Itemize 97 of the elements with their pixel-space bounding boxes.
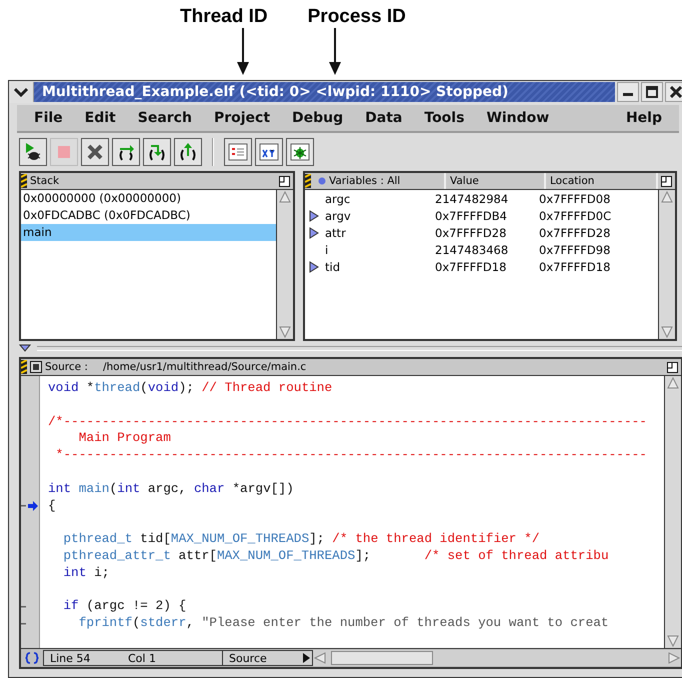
stack-frame[interactable]: main: [21, 224, 276, 241]
fold-mark-icon[interactable]: [21, 606, 26, 608]
toolbar-button[interactable]: [112, 138, 140, 166]
code-line: void *thread(void); // Thread routine: [48, 380, 332, 395]
annotation-label: Process ID: [308, 6, 406, 28]
variable-name: tid: [325, 260, 340, 274]
variable-value: 2147483468: [434, 242, 510, 256]
variable-value: 0x7FFFFDB4: [434, 208, 508, 222]
menu-item[interactable]: File: [23, 110, 74, 126]
variable-name: attr: [325, 226, 346, 240]
expand-triangle-icon[interactable]: [309, 226, 319, 238]
code-line: {: [48, 498, 56, 513]
pane-grip-icon: [21, 360, 27, 374]
close-icon: [670, 86, 682, 98]
code-line: if (argc != 2) {: [62, 598, 186, 614]
expand-triangle-icon[interactable]: [309, 210, 319, 222]
maximize-icon: [646, 86, 658, 98]
scroll-down-arrow-icon[interactable]: [667, 634, 679, 648]
xy-window-icon: [259, 142, 279, 162]
scrollbar[interactable]: [276, 190, 293, 339]
code-line: int main(int argc, char *argv[]): [48, 480, 294, 496]
stack-frame[interactable]: 0x0FDCADBC (0x0FDCADBC): [21, 207, 276, 224]
scroll-down-arrow-icon[interactable]: [661, 325, 673, 339]
braces-icon: [25, 652, 39, 664]
zoom-box-icon[interactable]: [667, 362, 678, 372]
scroll-right-arrow-icon[interactable]: [667, 652, 681, 664]
toolbar-button[interactable]: [286, 138, 314, 166]
variable-location: 0x7FFFFD18: [538, 260, 612, 274]
close-button[interactable]: [665, 82, 682, 102]
fold-mark-icon[interactable]: [21, 622, 26, 625]
code-line: fprintf(stderr, "Please enter the number of threads you want to creat: [78, 615, 609, 630]
maximize-button[interactable]: [641, 82, 663, 102]
variable-name: i: [325, 242, 328, 256]
pane-grip-icon: [21, 174, 27, 188]
menu-item[interactable]: Tools: [413, 110, 476, 126]
arrow: [328, 28, 342, 76]
zoom-box-icon[interactable]: [279, 176, 290, 186]
collapse-triangle-icon[interactable]: [19, 344, 31, 352]
code-line: /*----------------------------------------------------------------------------: [48, 414, 647, 429]
pane-grip-icon: [305, 174, 311, 188]
variable-location: 0x7FFFFD0C: [538, 208, 612, 222]
code-line: int i;: [62, 564, 110, 580]
variable-location: 0x7FFFFD98: [538, 242, 612, 256]
variable-location: 0x7FFFFD28: [538, 226, 612, 240]
stack-frame[interactable]: 0x00000000 (0x00000000): [21, 190, 276, 207]
toolbar-button[interactable]: [174, 138, 202, 166]
code-line: pthread_attr_t attr[MAX_NUM_OF_THREADS]; /* set of thread attribu: [62, 548, 609, 563]
cross-icon: [85, 142, 105, 162]
column-number: Col 1: [127, 652, 156, 664]
dot-icon: [318, 177, 326, 185]
menu-item[interactable]: Search: [126, 110, 203, 126]
variable-name: argc: [325, 192, 350, 206]
column-header[interactable]: Variables : All: [329, 175, 400, 187]
minimize-button[interactable]: [617, 82, 639, 102]
popup-triangle-icon: [302, 653, 310, 663]
menu-item[interactable]: Data: [354, 110, 414, 126]
zoom-box-icon[interactable]: [661, 176, 672, 186]
window-title: Multithread_Example.elf (<tid: 0> <lwpid: 1110> Stopped): [34, 82, 615, 102]
step-out-icon: [178, 142, 198, 162]
step-into-icon: [147, 142, 167, 162]
toolbar-button[interactable]: [224, 138, 252, 166]
view-mode-popup[interactable]: Source: [223, 650, 313, 666]
variable-name: argv: [325, 208, 351, 222]
menu-item[interactable]: Debug: [281, 110, 354, 126]
toolbar-button[interactable]: [19, 138, 47, 166]
code-line: pthread_t tid[MAX_NUM_OF_THREADS]; /* the thread identifier */: [62, 531, 540, 546]
variable-value: 2147482984: [434, 192, 510, 206]
arrow: [236, 28, 250, 76]
variable-value: 0x7FFFFD28: [434, 226, 508, 240]
variable-value: 0x7FFFFD18: [434, 260, 508, 274]
code-line: *----------------------------------------------------------------------------: [54, 447, 647, 462]
run-bug-icon: [23, 142, 43, 162]
scroll-down-arrow-icon[interactable]: [279, 325, 291, 339]
scroll-left-arrow-icon[interactable]: [313, 652, 327, 664]
panel-title: Stack: [30, 175, 60, 187]
toolbar-button[interactable]: [143, 138, 171, 166]
scrollbar[interactable]: [658, 190, 675, 339]
column-header[interactable]: Location: [550, 175, 594, 187]
line-number: Line 54: [49, 652, 92, 664]
menu-item[interactable]: Edit: [74, 110, 127, 126]
menu-item[interactable]: Window: [475, 110, 560, 126]
expand-triangle-icon[interactable]: [309, 260, 319, 272]
variable-location: 0x7FFFFD08: [538, 192, 612, 206]
horizontal-scrollbar[interactable]: [313, 650, 681, 666]
bug-window-icon: [290, 142, 310, 162]
source-label: Source :: [45, 361, 88, 373]
scrollbar[interactable]: [664, 376, 681, 648]
menu-item[interactable]: Help: [614, 110, 673, 126]
annotation-label: Thread ID: [180, 6, 268, 28]
menu-item[interactable]: Project: [202, 110, 282, 126]
column-header[interactable]: Value: [450, 175, 479, 187]
file-path: /home/usr1/multithread/Source/main.c: [102, 361, 306, 373]
toolbar-button[interactable]: [255, 138, 283, 166]
fold-mark-icon[interactable]: [21, 504, 26, 507]
chevron-down-icon: [14, 87, 28, 97]
list-window-icon: [228, 142, 248, 162]
code-line: Main Program: [78, 430, 171, 446]
